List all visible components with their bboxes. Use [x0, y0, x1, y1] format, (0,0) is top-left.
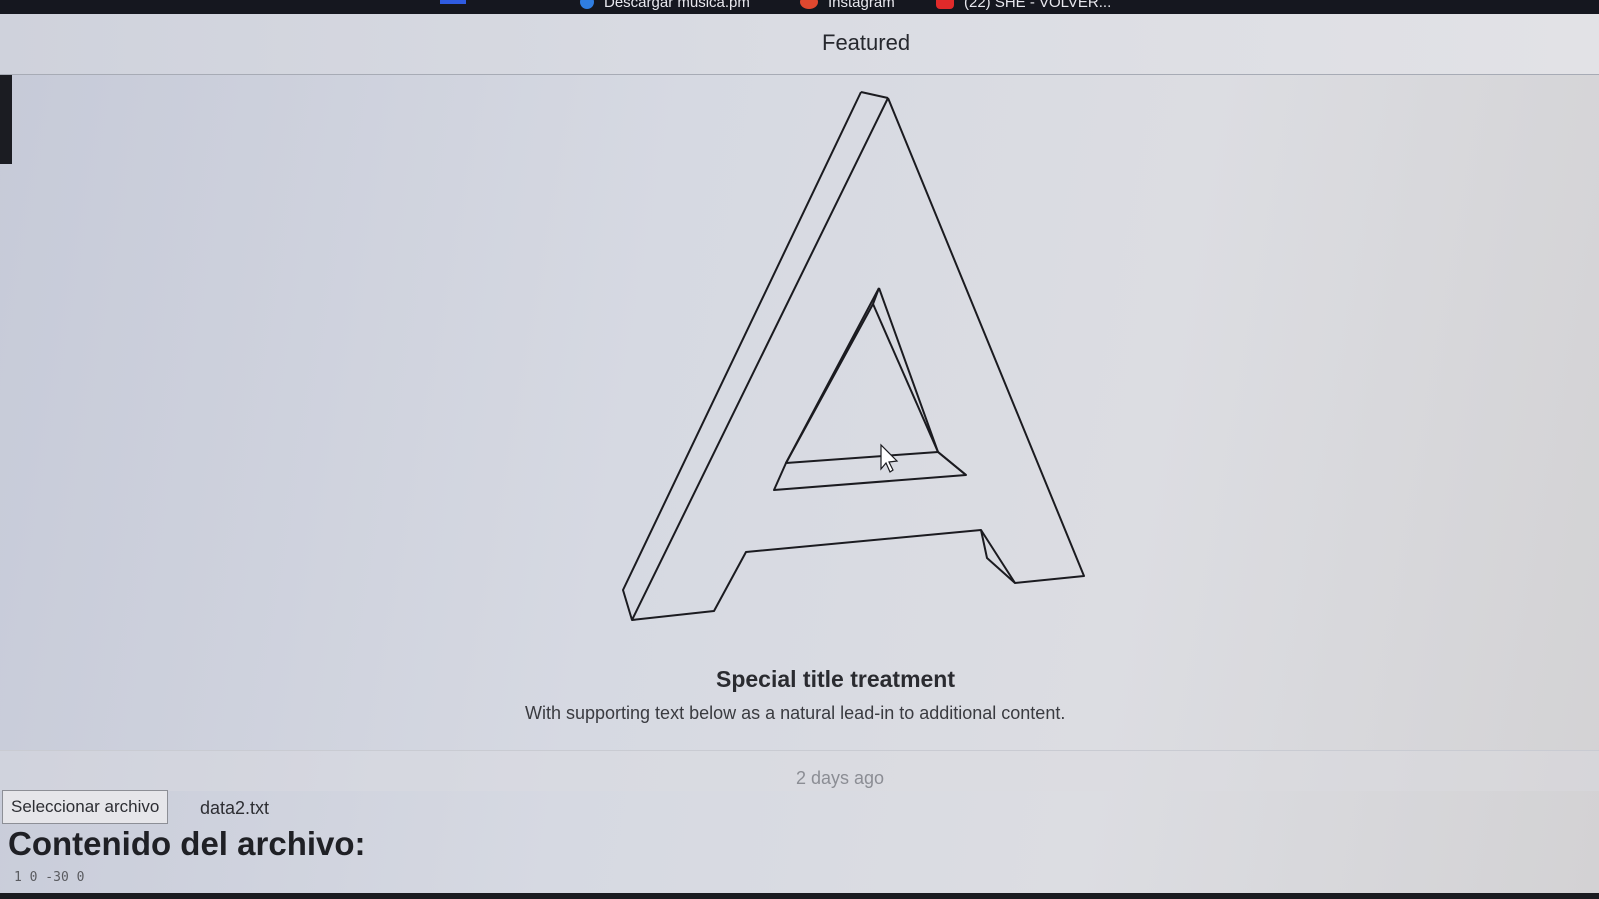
file-content-heading: Contenido del archivo: — [8, 825, 366, 862]
choose-file-button[interactable]: Seleccionar archivo — [2, 790, 169, 824]
mouse-cursor-icon — [880, 443, 899, 473]
card-text: With supporting text below as a natural … — [525, 703, 1066, 723]
selected-file-name: data2.txt — [200, 798, 270, 818]
logo-left-stroke — [622, 91, 889, 621]
logo-inner-triangle — [785, 287, 939, 464]
file-content-output: 1 0 -30 0 — [14, 870, 85, 885]
card-title: Special title treatment — [716, 666, 956, 692]
browser-viewport: Descargar música.pm Instagram (22) SHE -… — [0, 0, 1599, 899]
bottom-edge — [0, 893, 1599, 899]
logo-right-stroke — [631, 97, 1085, 621]
card-footer-text: 2 days ago — [796, 768, 885, 788]
